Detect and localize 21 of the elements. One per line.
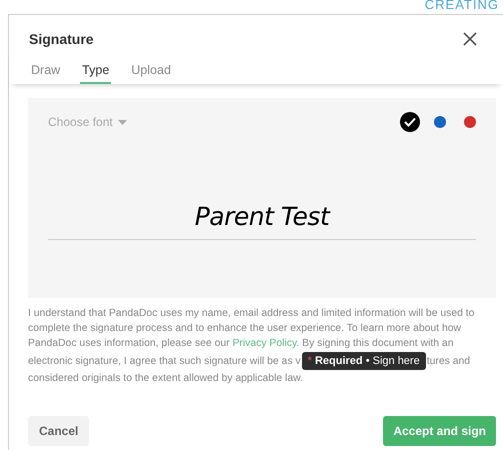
tab[interactable]: Type <box>80 63 112 84</box>
tab[interactable]: Draw <box>29 63 62 84</box>
color-swatch[interactable] <box>400 112 420 132</box>
color-swatch[interactable] <box>434 116 446 128</box>
font-dropdown[interactable]: Choose font <box>48 115 127 129</box>
privacy-policy-link[interactable]: Privacy Policy <box>232 338 296 349</box>
check-icon <box>404 117 416 127</box>
page-heading: CREATING <box>424 0 499 12</box>
tab[interactable]: Upload <box>129 63 173 84</box>
color-swatch[interactable] <box>464 116 476 128</box>
cancel-button[interactable]: Cancel <box>28 416 90 446</box>
consent-text: tures and <box>426 354 470 368</box>
close-button[interactable] <box>461 30 479 48</box>
consent-text: considered originals to the extent allowed by applicable law. <box>28 372 304 386</box>
consent-text: electronic signature, I agree that such signature will be as v <box>28 354 301 368</box>
typed-signature: Parent Test <box>194 202 332 231</box>
close-icon <box>463 32 477 46</box>
dialog-title: Signature <box>29 31 94 47</box>
caret-icon <box>118 120 127 124</box>
required-tooltip: * Required • Sign here <box>302 352 426 370</box>
accept-button[interactable]: Accept and sign <box>383 416 496 446</box>
